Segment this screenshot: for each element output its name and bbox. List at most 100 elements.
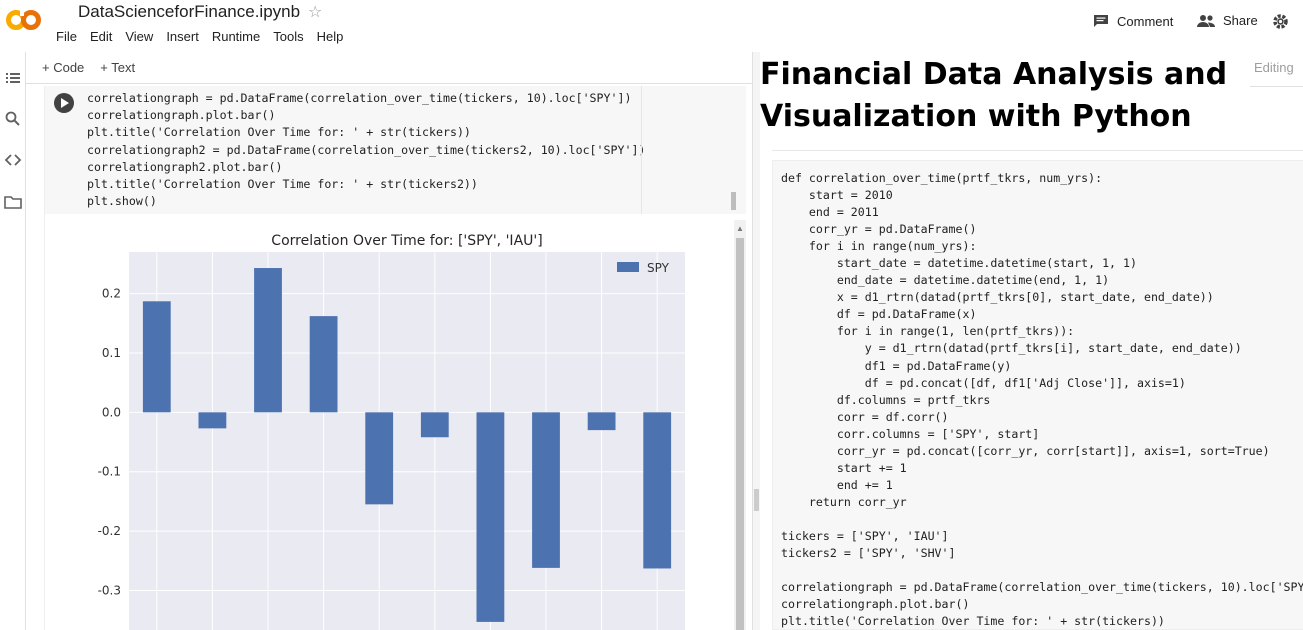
- bar: [532, 412, 560, 568]
- code-snippets-icon[interactable]: [3, 150, 23, 170]
- notebook-toolbar: + Code + Text: [26, 52, 756, 84]
- code-line: start += 1: [781, 460, 907, 475]
- code-line: for i in range(num_yrs):: [781, 239, 977, 254]
- menu-file[interactable]: File: [56, 29, 77, 44]
- code-line: correlationgraph.plot.bar(): [781, 597, 970, 612]
- menu-bar: File Edit View Insert Runtime Tools Help: [56, 29, 356, 44]
- output-scrollbar[interactable]: ▲: [734, 220, 746, 630]
- cell-code-editor[interactable]: correlationgraph = pd.DataFrame(correlat…: [87, 90, 697, 210]
- bar: [198, 412, 227, 429]
- menu-edit[interactable]: Edit: [90, 29, 112, 44]
- menu-tools[interactable]: Tools: [273, 29, 303, 44]
- add-text-button[interactable]: + Text: [100, 60, 135, 75]
- code-line: correlationgraph = pd.DataFrame(correlat…: [781, 580, 1303, 595]
- left-sidebar: [0, 52, 26, 630]
- code-line: start = 2010: [781, 188, 893, 203]
- code-line: for i in range(1, len(prtf_tkrs)):: [781, 324, 1075, 339]
- menu-help[interactable]: Help: [317, 29, 344, 44]
- code-line: correlationgraph2 = pd.DataFrame(correla…: [87, 142, 646, 157]
- bar: [643, 412, 672, 569]
- code-line: start_date = datetime.datetime(start, 1,…: [781, 256, 1137, 271]
- table-of-contents-icon[interactable]: [3, 68, 23, 88]
- overlay-title-line: Financial Data Analysis and: [760, 57, 1228, 92]
- code-line: end = 2011: [781, 205, 879, 220]
- code-line: correlationgraph2.plot.bar(): [87, 159, 283, 174]
- y-tick-label: 0.0: [102, 405, 121, 419]
- bar: [476, 412, 505, 622]
- code-line: df.columns = prtf_tkrs: [781, 392, 991, 407]
- code-cell[interactable]: correlationgraph = pd.DataFrame(correlat…: [44, 86, 746, 214]
- bar: [309, 316, 338, 413]
- star-icon[interactable]: ☆: [308, 2, 322, 22]
- code-line: plt.title('Correlation Over Time for: ' …: [781, 614, 1165, 629]
- gear-icon[interactable]: [1272, 13, 1289, 30]
- editing-status[interactable]: Editing: [1254, 60, 1294, 75]
- chart-title: Correlation Over Time for: ['SPY', 'IAU'…: [271, 233, 542, 249]
- overlay-title: Financial Data Analysis and Visualizatio…: [760, 54, 1250, 138]
- code-line: df = pd.concat([df, df1['Adj Close']], a…: [781, 375, 1186, 390]
- code-line: x = d1_rtrn(datad(prtf_tkrs[0], start_da…: [781, 290, 1214, 305]
- code-line: correlationgraph.plot.bar(): [87, 108, 276, 123]
- code-line: plt.title('Correlation Over Time for: ' …: [87, 177, 478, 192]
- menu-runtime[interactable]: Runtime: [212, 29, 260, 44]
- code-line: corr_yr = pd.concat([corr_yr, corr[start…: [781, 443, 1270, 458]
- code-line: plt.title('Correlation Over Time for: ' …: [87, 125, 471, 140]
- y-tick-label: 0.2: [102, 287, 121, 301]
- share-label: Share: [1223, 13, 1258, 28]
- cell-separator: [772, 150, 1303, 151]
- code-line: corr.columns = ['SPY', start]: [781, 426, 1040, 441]
- ruler-line: [641, 86, 642, 214]
- bar-chart: 0.2 0.1 0.0 -0.1 -0.2 -0.3 Correlation Over Ti…: [98, 233, 685, 630]
- code-line: def correlation_over_time(prtf_tkrs, num…: [781, 171, 1103, 185]
- code-line: correlationgraph = pd.DataFrame(correlat…: [87, 91, 632, 105]
- bar: [587, 412, 616, 431]
- comment-icon: [1094, 15, 1108, 27]
- share-button[interactable]: Share: [1197, 13, 1258, 28]
- search-icon[interactable]: [3, 109, 23, 129]
- colab-logo-icon[interactable]: [6, 6, 42, 34]
- scroll-up-icon[interactable]: ▲: [736, 224, 744, 233]
- y-tick-label: -0.1: [98, 465, 121, 479]
- comment-label: Comment: [1117, 13, 1174, 29]
- y-tick-label: -0.3: [98, 583, 121, 597]
- bar: [254, 268, 282, 413]
- menu-insert[interactable]: Insert: [166, 29, 199, 44]
- folder-icon[interactable]: [3, 192, 23, 212]
- code-line: tickers = ['SPY', 'IAU']: [781, 528, 949, 543]
- bar: [365, 412, 394, 505]
- code-line: df = pd.DataFrame(x): [781, 307, 977, 322]
- code-line: y = d1_rtrn(datad(prtf_tkrs[i], start_da…: [781, 341, 1242, 356]
- cell-scrollbar[interactable]: [731, 192, 736, 210]
- code-line: corr = df.corr(): [781, 409, 949, 424]
- divider-grip[interactable]: [754, 489, 759, 511]
- right-code-editor[interactable]: def correlation_over_time(prtf_tkrs, num…: [781, 170, 1303, 630]
- code-line: df1 = pd.DataFrame(y): [781, 358, 1012, 373]
- code-line: end += 1: [781, 477, 893, 492]
- bar: [420, 412, 449, 438]
- overlay-title-line: Visualization with Python: [760, 99, 1192, 134]
- code-line: tickers2 = ['SPY', 'SHV']: [781, 546, 956, 561]
- run-cell-button[interactable]: [54, 93, 74, 113]
- legend-swatch: [617, 262, 639, 272]
- divider-line: [1250, 86, 1303, 87]
- colab-window: DataScienceforFinance.ipynb ☆ File Edit …: [0, 0, 1303, 630]
- people-icon: [1197, 14, 1215, 27]
- add-code-button[interactable]: + Code: [42, 60, 84, 75]
- y-tick-label: 0.1: [102, 346, 121, 360]
- scrollbar-thumb[interactable]: [736, 238, 744, 630]
- code-line: return corr_yr: [781, 494, 907, 509]
- code-line: plt.show(): [87, 194, 157, 209]
- bar: [142, 301, 171, 413]
- code-line: end_date = datetime.datetime(end, 1, 1): [781, 273, 1110, 288]
- menu-view[interactable]: View: [125, 29, 153, 44]
- comment-button[interactable]: Comment: [1093, 13, 1173, 29]
- pane-divider[interactable]: [752, 52, 760, 630]
- y-tick-label: -0.2: [98, 524, 121, 538]
- notebook-title[interactable]: DataScienceforFinance.ipynb: [78, 2, 300, 22]
- header: DataScienceforFinance.ipynb ☆ File Edit …: [0, 0, 1303, 52]
- code-line: corr_yr = pd.DataFrame(): [781, 222, 977, 237]
- cell-output: 0.2 0.1 0.0 -0.1 -0.2 -0.3 Correlation Over Ti…: [44, 214, 746, 630]
- legend-label: SPY: [647, 261, 670, 275]
